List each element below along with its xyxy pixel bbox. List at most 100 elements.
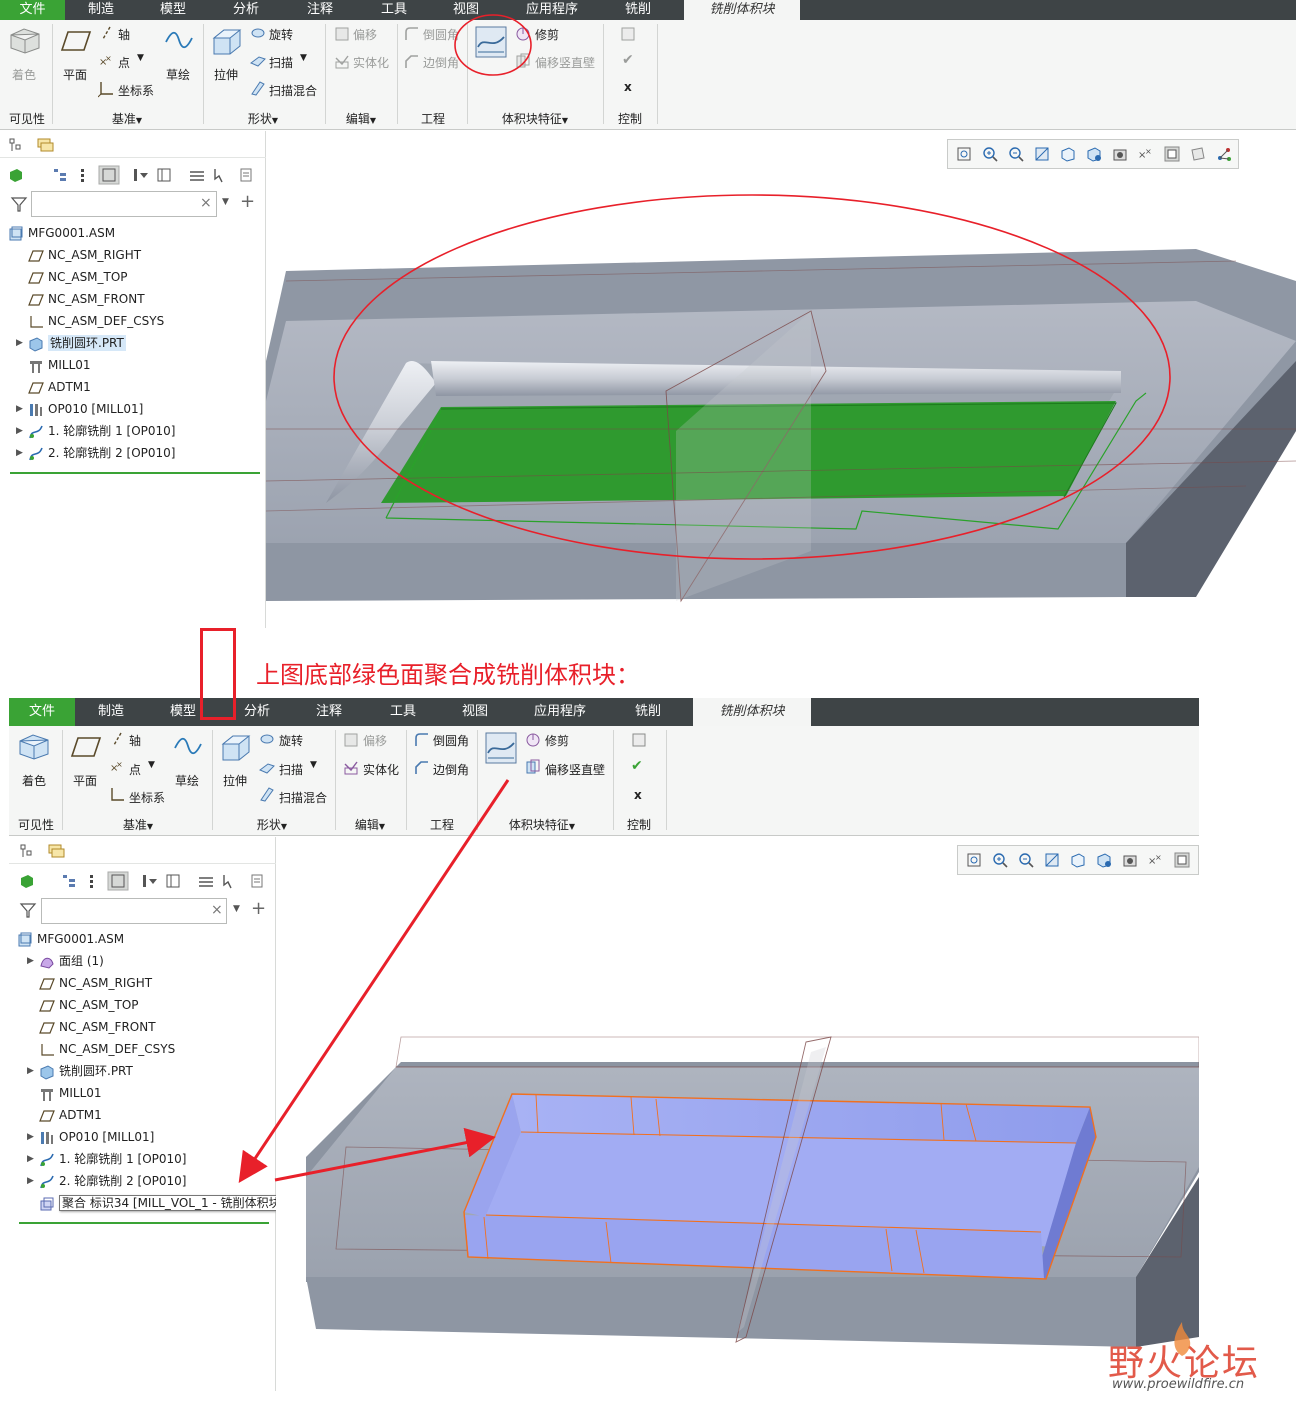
tree-item[interactable]: NC_ASM_RIGHT bbox=[28, 245, 141, 265]
layer-tree-tab-icon[interactable] bbox=[47, 843, 65, 859]
solidify-icon[interactable] bbox=[343, 760, 359, 776]
show-icon[interactable] bbox=[19, 873, 35, 889]
tree-item[interactable]: ADTM1 bbox=[28, 377, 91, 397]
axis-icon[interactable] bbox=[100, 26, 114, 40]
tab-view[interactable]: 视图 bbox=[443, 698, 507, 726]
point-dropdown-icon[interactable]: ▼ bbox=[137, 53, 144, 63]
trim-icon[interactable] bbox=[525, 731, 541, 747]
plane-icon[interactable] bbox=[60, 28, 92, 54]
expand-arrow-icon[interactable]: ▶ bbox=[16, 333, 23, 353]
tree-item[interactable]: MILL01 bbox=[39, 1083, 102, 1103]
tree-item[interactable]: NC_ASM_FRONT bbox=[28, 289, 145, 309]
shape-group-label[interactable]: 形状▼ bbox=[228, 110, 298, 127]
tree-item[interactable]: ▶ OP010 [MILL01] bbox=[16, 399, 143, 419]
tree-table-icon[interactable] bbox=[156, 167, 172, 183]
layers-icon[interactable] bbox=[188, 167, 206, 183]
perspective-icon[interactable] bbox=[1112, 146, 1128, 162]
offset-icon[interactable] bbox=[334, 26, 350, 42]
tree-item[interactable]: ▶ 铣削圆环.PRT bbox=[16, 333, 126, 353]
perspective-icon[interactable] bbox=[1122, 852, 1138, 868]
offset-icon[interactable] bbox=[343, 732, 359, 748]
refit-icon[interactable] bbox=[956, 146, 972, 162]
tree-insert-marker[interactable] bbox=[10, 472, 260, 474]
sweep-icon[interactable] bbox=[250, 54, 266, 68]
tab-milling[interactable]: 铣削 bbox=[600, 0, 676, 20]
tree-item[interactable]: ▶ 1. 轮廓铣削 1 [OP010] bbox=[27, 1149, 186, 1169]
tab-tools[interactable]: 工具 bbox=[358, 0, 430, 20]
sweep-dropdown-icon[interactable]: ▼ bbox=[310, 760, 317, 770]
expand-arrow-icon[interactable]: ▶ bbox=[16, 443, 23, 463]
extrude-icon[interactable] bbox=[210, 24, 244, 58]
tree-table-icon[interactable] bbox=[165, 873, 181, 889]
tab-milling[interactable]: 铣削 bbox=[609, 698, 687, 726]
tree-item[interactable]: NC_ASM_DEF_CSYS bbox=[28, 311, 164, 331]
chamfer-icon[interactable] bbox=[414, 760, 430, 776]
edit-group-label[interactable]: 编辑▼ bbox=[330, 110, 392, 127]
tree-filter-icon[interactable] bbox=[61, 873, 77, 889]
notes-icon[interactable] bbox=[238, 167, 254, 183]
expand-arrow-icon[interactable]: ▶ bbox=[27, 951, 34, 971]
tree-item[interactable]: ▶ 2. 轮廓铣削 2 [OP010] bbox=[27, 1171, 186, 1191]
tree-expand-icon[interactable] bbox=[76, 167, 92, 183]
ok-button[interactable]: ✔ bbox=[622, 52, 634, 68]
point-icon[interactable]: ×× bbox=[109, 760, 125, 774]
cancel-button[interactable]: x bbox=[634, 788, 642, 802]
csys-icon[interactable] bbox=[98, 80, 114, 98]
tree-item[interactable]: MILL01 bbox=[28, 355, 91, 375]
annotation-display-icon[interactable] bbox=[1174, 852, 1190, 868]
swept-blend-icon[interactable] bbox=[259, 786, 275, 802]
repaint-icon[interactable] bbox=[1034, 146, 1050, 162]
datum-group-label[interactable]: 基准▼ bbox=[103, 816, 173, 833]
search-dropdown-icon[interactable]: ▼ bbox=[233, 904, 240, 914]
expand-arrow-icon[interactable]: ▶ bbox=[16, 399, 23, 419]
extrude-icon[interactable] bbox=[219, 730, 253, 764]
zoom-in-icon[interactable] bbox=[992, 852, 1008, 868]
tree-item[interactable]: MFG0001.ASM bbox=[17, 929, 124, 949]
round-icon[interactable] bbox=[414, 732, 430, 748]
tree-item[interactable]: NC_ASM_RIGHT bbox=[39, 973, 152, 993]
tree-item[interactable]: 聚合 标识34 [MILL_VOL_1 - 铣削体积块] bbox=[39, 1193, 289, 1213]
tree-item[interactable]: NC_ASM_TOP bbox=[39, 995, 139, 1015]
add-filter-icon[interactable]: + bbox=[240, 191, 255, 212]
chamfer-icon[interactable] bbox=[404, 54, 420, 70]
bottom-viewport[interactable]: × × bbox=[276, 837, 1199, 1391]
tree-item[interactable]: ADTM1 bbox=[39, 1105, 102, 1125]
shading-icon[interactable] bbox=[8, 26, 42, 54]
tree-item[interactable]: ▶ OP010 [MILL01] bbox=[27, 1127, 154, 1147]
model-tree-tab-icon[interactable] bbox=[8, 137, 24, 153]
pause-icon[interactable] bbox=[620, 26, 636, 42]
csys-display-icon[interactable] bbox=[1216, 146, 1232, 162]
notes-icon[interactable] bbox=[249, 873, 265, 889]
tree-item[interactable]: NC_ASM_DEF_CSYS bbox=[39, 1039, 175, 1059]
point-dropdown-icon[interactable]: ▼ bbox=[148, 760, 155, 770]
annotation-display-icon[interactable] bbox=[1164, 146, 1180, 162]
top-viewport[interactable]: × × bbox=[266, 131, 1296, 628]
tab-analysis[interactable]: 分析 bbox=[210, 0, 282, 20]
volume-group-label[interactable]: 体积块特征▼ bbox=[487, 816, 597, 833]
tab-mill-volume[interactable]: 铣削体积块 bbox=[684, 0, 800, 20]
pause-icon[interactable] bbox=[631, 732, 647, 748]
tab-file[interactable]: 文件 bbox=[9, 698, 75, 726]
tab-annotate[interactable]: 注释 bbox=[284, 0, 356, 20]
show-icon[interactable] bbox=[8, 167, 24, 183]
tree-item[interactable]: ▶ 铣削圆环.PRT bbox=[27, 1061, 133, 1081]
repaint-icon[interactable] bbox=[1044, 852, 1060, 868]
tab-annotate[interactable]: 注释 bbox=[297, 698, 361, 726]
saved-views-icon[interactable] bbox=[1086, 146, 1102, 162]
zoom-out-icon[interactable] bbox=[1008, 146, 1024, 162]
volume-group-label[interactable]: 体积块特征▼ bbox=[480, 110, 590, 127]
cancel-button[interactable]: x bbox=[624, 80, 632, 94]
expand-arrow-icon[interactable]: ▶ bbox=[16, 421, 23, 441]
display-style-icon[interactable] bbox=[1070, 852, 1086, 868]
layers-icon[interactable] bbox=[197, 873, 215, 889]
tab-model[interactable]: 模型 bbox=[138, 0, 208, 20]
tree-settings-icon[interactable] bbox=[132, 167, 150, 183]
sketch-icon[interactable] bbox=[173, 734, 203, 758]
zoom-in-icon[interactable] bbox=[982, 146, 998, 162]
tree-insert-marker[interactable] bbox=[19, 1222, 269, 1224]
datum-display-icon[interactable]: ×× bbox=[1148, 852, 1164, 868]
shading-icon[interactable] bbox=[17, 732, 51, 760]
refit-icon[interactable] bbox=[966, 852, 982, 868]
sketch-icon[interactable] bbox=[164, 28, 194, 52]
sweep-icon[interactable] bbox=[259, 761, 275, 775]
